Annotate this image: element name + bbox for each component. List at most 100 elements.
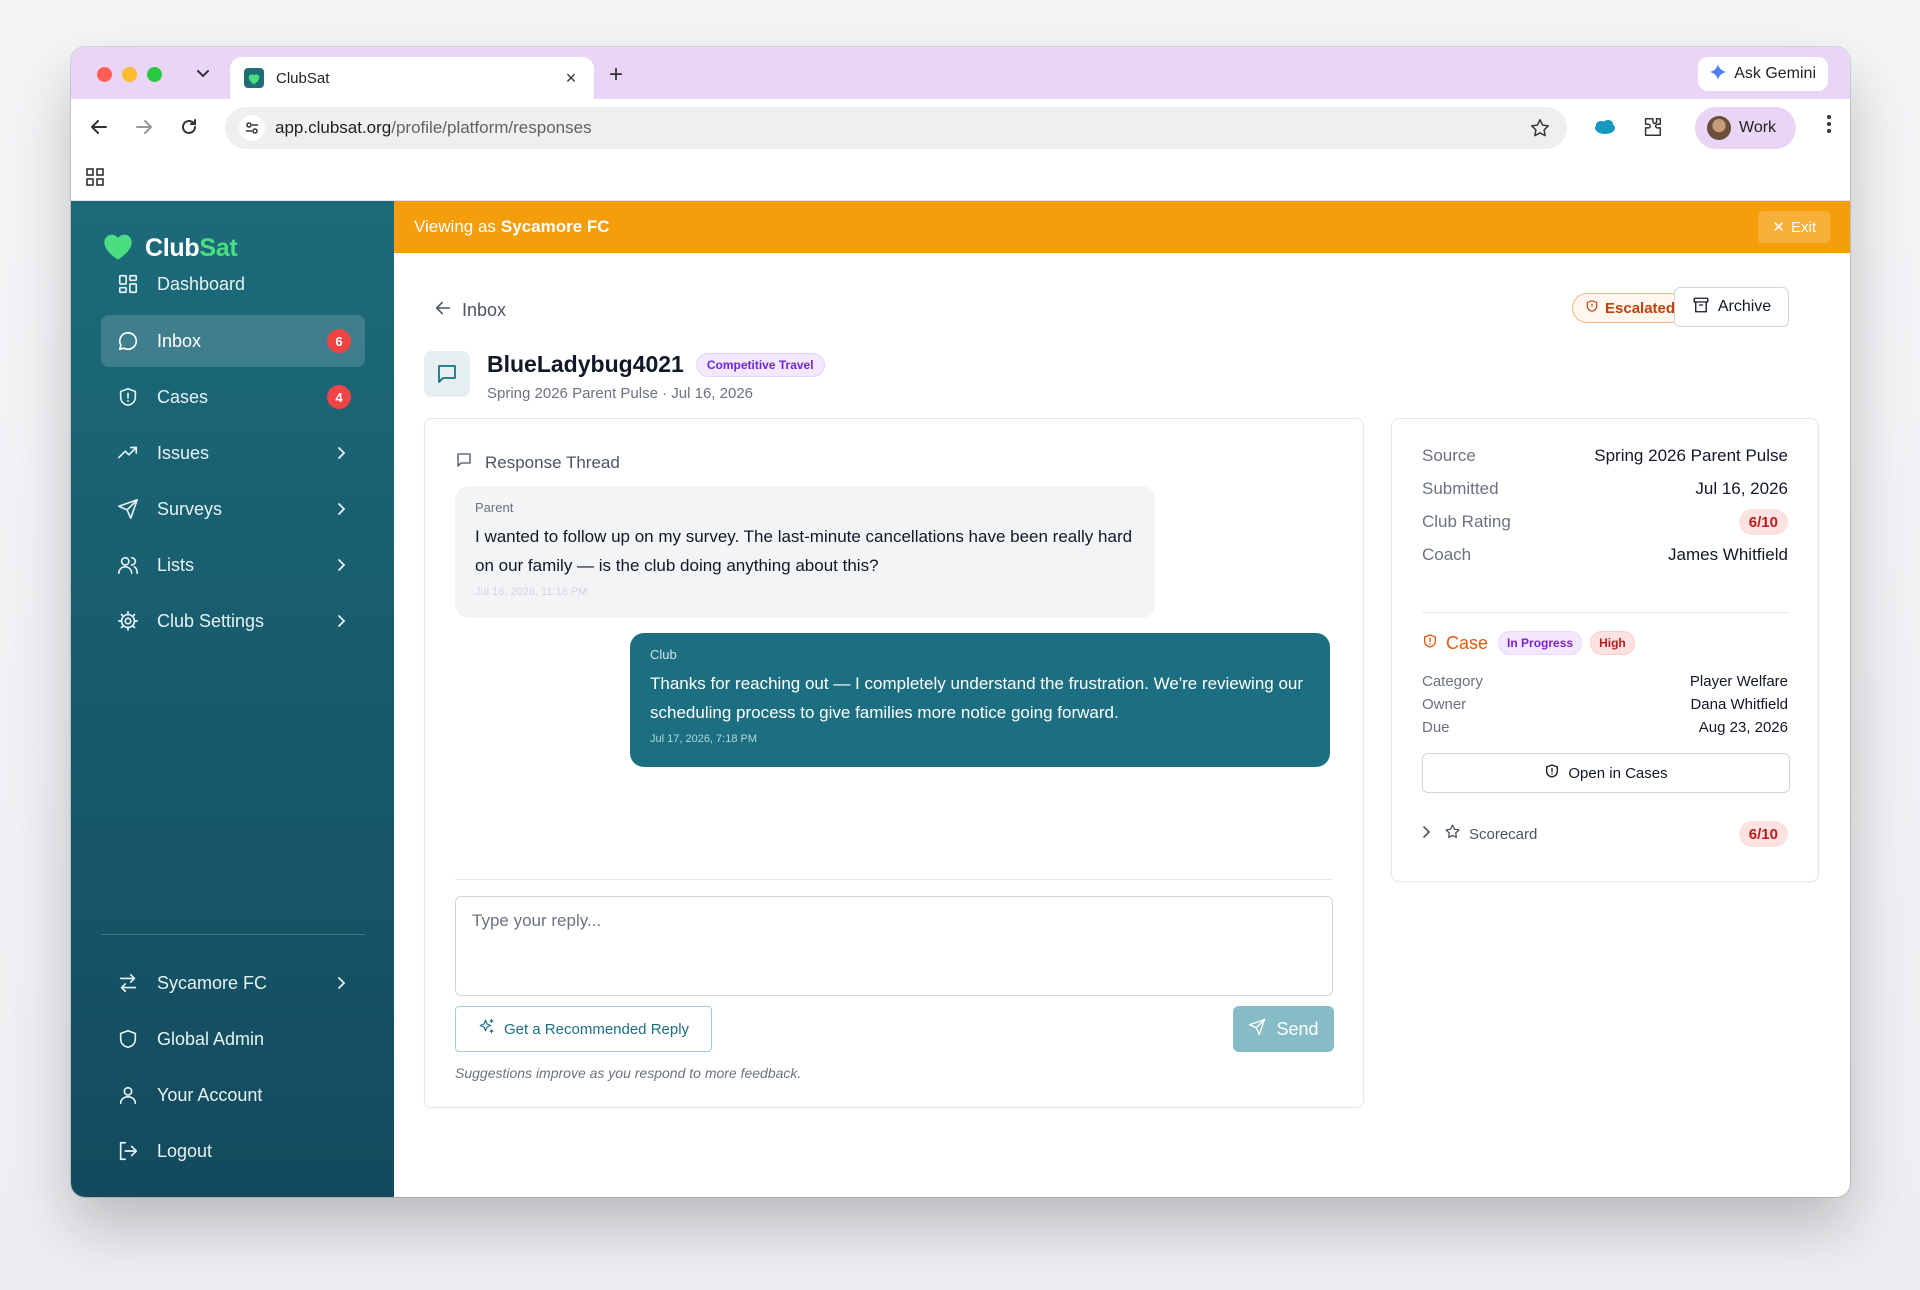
sidebar-item-label: Surveys xyxy=(157,498,223,519)
send-button[interactable]: Send xyxy=(1233,1006,1334,1052)
chevron-right-icon xyxy=(337,976,347,990)
apps-grid-icon[interactable] xyxy=(85,167,105,192)
sidebar-item-global-admin[interactable]: Global Admin xyxy=(101,1013,365,1065)
case-shield-icon xyxy=(1422,633,1438,654)
archive-label: Archive xyxy=(1717,298,1772,315)
detail-value: Player Welfare xyxy=(1689,672,1788,690)
bookmarks-bar xyxy=(71,155,1850,201)
gemini-sparkle-icon xyxy=(1710,63,1727,85)
back-to-inbox-link[interactable]: Inbox xyxy=(434,299,506,322)
chat-icon xyxy=(455,451,473,474)
detail-label: Club Rating xyxy=(1422,512,1511,531)
sidebar-item-lists[interactable]: Lists xyxy=(101,539,365,591)
site-settings-icon[interactable] xyxy=(239,115,265,141)
detail-value: James Whitfield xyxy=(1668,545,1788,564)
archive-button[interactable]: Archive xyxy=(1674,287,1789,327)
browser-menu-icon[interactable] xyxy=(1826,113,1832,140)
chevron-right-icon xyxy=(337,502,347,516)
sidebar-item-inbox[interactable]: Inbox 6 xyxy=(101,315,365,367)
escalated-label: Escalated xyxy=(1605,299,1676,317)
suggestion-hint: Suggestions improve as you respond to mo… xyxy=(455,1065,802,1081)
sidebar-item-label: Issues xyxy=(157,442,210,463)
sidebar-item-label: Global Admin xyxy=(157,1028,265,1049)
user-icon xyxy=(115,1082,141,1108)
detail-value: Spring 2026 Parent Pulse xyxy=(1594,446,1788,465)
reply-input[interactable] xyxy=(455,896,1333,996)
sidebar-item-cases[interactable]: Cases 4 xyxy=(101,371,365,423)
tab-strip: ClubSat × + Ask Gemini xyxy=(71,47,1850,99)
back-arrow-icon[interactable] xyxy=(85,113,113,141)
salesforce-extension-icon[interactable] xyxy=(1591,113,1619,141)
url-text: app.clubsat.org/profile/platform/respons… xyxy=(275,118,592,138)
sidebar-item-club-settings[interactable]: Club Settings xyxy=(101,595,365,647)
banner-club-name: Sycamore FC xyxy=(500,217,610,236)
reload-icon[interactable] xyxy=(175,113,203,141)
recommended-reply-button[interactable]: Get a Recommended Reply xyxy=(455,1006,712,1052)
extensions-puzzle-icon[interactable] xyxy=(1638,113,1666,141)
sidebar-item-club-switcher[interactable]: Sycamore FC xyxy=(101,957,365,1009)
browser-tab[interactable]: ClubSat × xyxy=(230,57,594,99)
sidebar-item-label: Cases xyxy=(157,386,209,407)
close-tab-icon[interactable]: × xyxy=(562,68,580,88)
url-host: app.clubsat.org xyxy=(275,118,392,137)
message-role: Parent xyxy=(475,500,514,515)
detail-label: Owner xyxy=(1422,695,1467,713)
thread-title: Response Thread xyxy=(485,452,620,472)
club-message: Club Thanks for reaching out — I complet… xyxy=(630,633,1330,767)
response-details-card: Source Spring 2026 Parent Pulse Submitte… xyxy=(1391,418,1819,882)
case-owner: Owner Dana Whitfield xyxy=(1422,693,1788,715)
tab-search-icon[interactable] xyxy=(193,63,213,83)
sidebar-item-label: Your Account xyxy=(157,1084,263,1105)
open-in-cases-button[interactable]: Open in Cases xyxy=(1422,753,1790,793)
sidebar-item-logout[interactable]: Logout xyxy=(101,1125,365,1177)
inbox-count-badge: 6 xyxy=(327,329,351,353)
impersonation-banner: Viewing as Sycamore FC ✕ Exit xyxy=(394,201,1850,253)
detail-club-rating: Club Rating 6/10 xyxy=(1422,507,1788,537)
new-tab-button[interactable]: + xyxy=(609,61,623,89)
minimize-window-button[interactable] xyxy=(122,67,137,82)
cases-count-badge: 4 xyxy=(327,385,351,409)
recommended-reply-label: Get a Recommended Reply xyxy=(503,1020,690,1038)
detail-label: Category xyxy=(1422,672,1483,690)
sparkles-icon xyxy=(478,1018,496,1040)
forward-arrow-icon[interactable] xyxy=(130,113,158,141)
message-icon xyxy=(115,328,141,354)
trending-icon xyxy=(115,440,141,466)
case-category: Category Player Welfare xyxy=(1422,670,1788,692)
case-header: Case In Progress High xyxy=(1422,631,1635,655)
ask-gemini-label: Ask Gemini xyxy=(1734,65,1816,82)
profile-label: Work xyxy=(1739,119,1777,136)
exit-label: Exit xyxy=(1790,218,1816,236)
message-time: Jul 17, 2026, 7:18 PM xyxy=(650,733,758,745)
detail-source: Source Spring 2026 Parent Pulse xyxy=(1422,441,1788,471)
sidebar-item-issues[interactable]: Issues xyxy=(101,427,365,479)
sidebar-item-your-account[interactable]: Your Account xyxy=(101,1069,365,1121)
browser-window: ClubSat × + Ask Gemini app.clubsat.org/p… xyxy=(71,47,1850,1197)
address-bar[interactable]: app.clubsat.org/profile/platform/respons… xyxy=(225,107,1567,149)
respondent-name: BlueLadybug4021 xyxy=(487,351,684,377)
gear-icon xyxy=(115,608,141,634)
sidebar-item-dashboard[interactable]: Dashboard xyxy=(101,258,365,310)
maximize-window-button[interactable] xyxy=(147,67,162,82)
open-in-cases-label: Open in Cases xyxy=(1568,764,1668,782)
chevron-right-icon xyxy=(1422,825,1432,844)
bookmark-star-icon[interactable] xyxy=(1529,117,1551,144)
detail-label: Source xyxy=(1422,446,1476,465)
send-icon xyxy=(115,496,141,522)
profile-button[interactable]: Work xyxy=(1695,107,1796,149)
case-label: Case xyxy=(1446,632,1489,653)
scorecard-label: Scorecard xyxy=(1469,825,1538,843)
close-window-button[interactable] xyxy=(97,67,112,82)
scorecard-toggle[interactable]: Scorecard 6/10 xyxy=(1422,819,1788,849)
browser-toolbar: app.clubsat.org/profile/platform/respons… xyxy=(71,99,1850,155)
main-content: Viewing as Sycamore FC ✕ Exit Inbox Esca… xyxy=(394,201,1850,1197)
send-icon xyxy=(1248,1018,1266,1041)
message-text: I wanted to follow up on my survey. The … xyxy=(475,527,1133,575)
exit-button[interactable]: ✕ Exit xyxy=(1758,211,1830,243)
detail-value: Jul 16, 2026 xyxy=(1695,479,1788,498)
ask-gemini-button[interactable]: Ask Gemini xyxy=(1698,57,1828,91)
sidebar-item-label: Dashboard xyxy=(157,273,246,294)
clubsat-favicon-icon xyxy=(244,68,264,88)
sidebar-item-surveys[interactable]: Surveys xyxy=(101,483,365,535)
sidebar-divider xyxy=(101,934,365,935)
